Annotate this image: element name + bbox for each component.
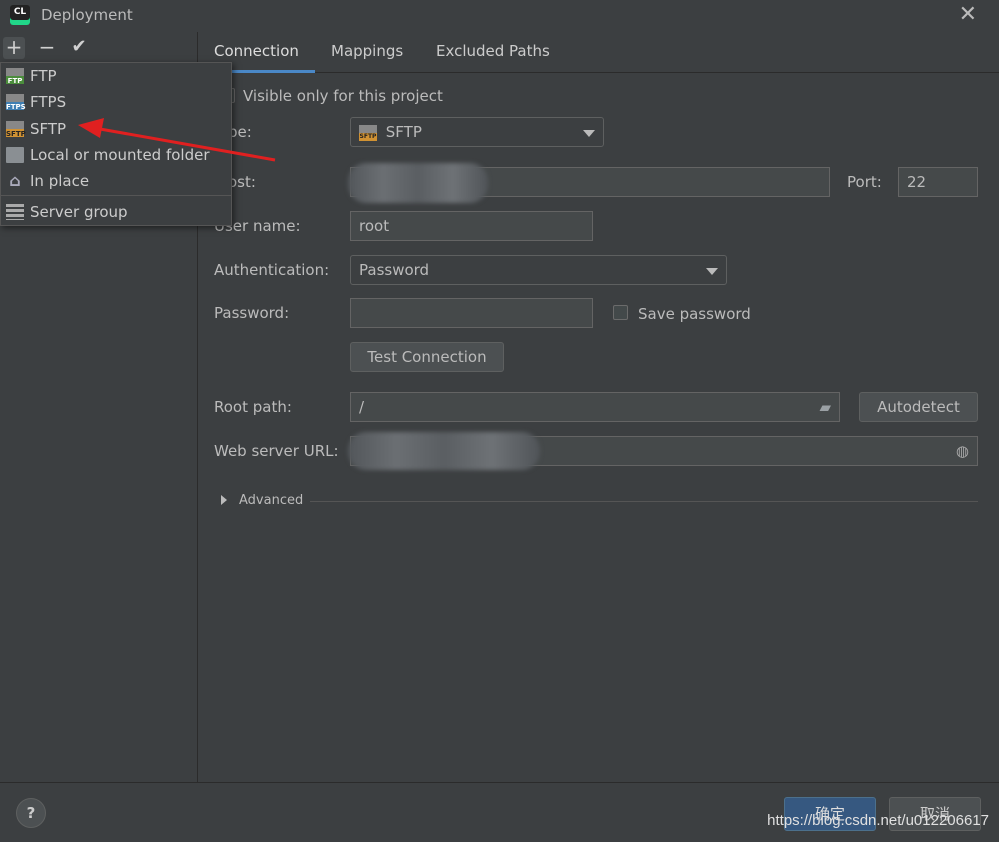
folder-icon: [6, 147, 24, 163]
server-group-icon: [6, 204, 24, 220]
advanced-section-label[interactable]: Advanced: [239, 493, 303, 508]
popup-item-label: FTP: [30, 67, 57, 85]
tab-mappings[interactable]: Mappings: [331, 32, 403, 70]
password-field[interactable]: [350, 298, 593, 328]
authentication-value: Password: [359, 261, 430, 279]
app-logo-icon: CL: [10, 5, 30, 25]
popup-item-in-place[interactable]: ⌂ In place: [1, 168, 231, 194]
type-value: SFTP: [385, 123, 422, 141]
host-label: ost:: [228, 173, 256, 191]
popup-item-local-folder[interactable]: Local or mounted folder: [1, 142, 231, 168]
username-field[interactable]: root: [350, 211, 593, 241]
add-server-button[interactable]: +: [3, 37, 25, 59]
popup-item-label: SFTP: [30, 120, 67, 138]
title-bar: [0, 0, 999, 32]
visible-only-label: Visible only for this project: [243, 87, 443, 105]
password-label: Password:: [214, 304, 290, 322]
popup-item-label: FTPS: [30, 93, 67, 111]
chevron-down-icon: [583, 130, 595, 137]
autodetect-button[interactable]: Autodetect: [859, 392, 978, 422]
folder-browse-icon[interactable]: ▰: [819, 393, 831, 421]
expand-arrow-icon[interactable]: [221, 495, 227, 505]
home-icon: ⌂: [9, 171, 21, 190]
redacted-url: [348, 432, 540, 470]
ftp-icon: FTP: [6, 68, 24, 85]
save-password-label: Save password: [638, 305, 751, 323]
apply-check-button[interactable]: ✔: [68, 37, 90, 59]
type-dropdown[interactable]: SFTP SFTP: [350, 117, 604, 147]
port-label: Port:: [847, 173, 882, 191]
popup-item-ftp[interactable]: FTP FTP: [1, 63, 231, 89]
chevron-down-icon: [706, 268, 718, 275]
sftp-icon: SFTP: [6, 121, 26, 138]
redacted-host: [348, 163, 488, 203]
popup-item-server-group[interactable]: Server group: [1, 199, 231, 225]
popup-item-sftp[interactable]: SFTP SFTP: [1, 116, 231, 142]
watermark-text: https://blog.csdn.net/u012206617: [767, 812, 989, 829]
popup-item-label: Local or mounted folder: [30, 146, 210, 164]
window-title: Deployment: [41, 6, 133, 24]
remove-server-button[interactable]: −: [36, 37, 58, 59]
close-icon[interactable]: ✕: [959, 2, 977, 27]
root-path-field[interactable]: / ▰: [350, 392, 840, 422]
add-server-popup: FTP FTP FTPS FTPS SFTP SFTP Local or mou…: [0, 62, 232, 226]
advanced-divider: [310, 501, 978, 502]
root-path-label: Root path:: [214, 398, 292, 416]
tab-excluded-paths[interactable]: Excluded Paths: [436, 32, 550, 70]
popup-item-ftps[interactable]: FTPS FTPS: [1, 89, 231, 115]
sftp-icon: SFTP: [359, 124, 377, 141]
help-button[interactable]: ?: [16, 798, 46, 828]
tab-bar: Connection Mappings Excluded Paths: [198, 32, 999, 73]
popup-divider: [1, 195, 231, 196]
test-connection-button[interactable]: Test Connection: [350, 342, 504, 372]
root-path-value: /: [359, 398, 365, 416]
authentication-dropdown[interactable]: Password: [350, 255, 727, 285]
web-server-url-label: Web server URL:: [214, 442, 339, 460]
popup-item-label: Server group: [30, 203, 128, 221]
ftps-icon: FTPS: [6, 94, 26, 111]
save-password-checkbox[interactable]: [613, 305, 628, 320]
authentication-label: Authentication:: [214, 261, 330, 279]
globe-icon[interactable]: ◍: [956, 437, 969, 465]
popup-item-label: In place: [30, 172, 90, 190]
port-field[interactable]: 22: [898, 167, 978, 197]
